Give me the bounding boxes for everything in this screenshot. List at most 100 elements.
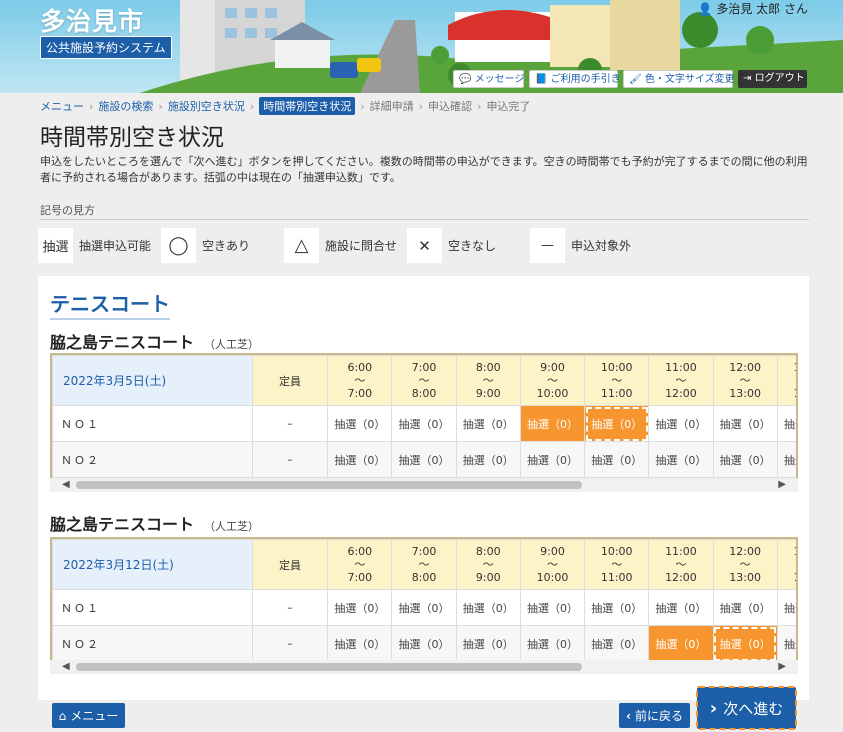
scroll-left-icon[interactable]: ◀ bbox=[62, 660, 70, 674]
time-slot-cell[interactable]: 抽選（0） bbox=[519, 441, 586, 478]
time-header: 12:00 〜 13:00 bbox=[712, 355, 778, 406]
table-row: ＮＯ１– 抽選（0） 抽選（0） 抽選（0） 抽選（0） 抽選（0） 抽選（0） 抽選（0）抽… bbox=[52, 405, 796, 442]
time-header: 11:00 〜 12:00 bbox=[648, 539, 714, 590]
time-slot-cell[interactable]: 抽選（0） bbox=[776, 625, 796, 662]
city-name: 多治見市 bbox=[40, 7, 145, 36]
capacity-value: – bbox=[251, 589, 329, 626]
time-slot-cell[interactable]: 抽選（0） bbox=[712, 625, 778, 662]
time-slot-cell[interactable]: 抽選（0） bbox=[648, 441, 714, 478]
time-slot-cell[interactable]: 抽選（0） bbox=[519, 405, 586, 442]
time-slot-cell[interactable]: 抽選（0） bbox=[712, 405, 778, 442]
time-header: 13:00〜14:00 bbox=[776, 355, 796, 406]
breadcrumb-detail: 詳細申請 bbox=[369, 100, 414, 113]
site-header: 多治見市 公共施設予約システム 👤 多治見 太郎 さん 💬 メッセージ 📘 ご利… bbox=[0, 0, 843, 93]
logout-icon: ⇥ bbox=[743, 73, 752, 84]
table-row: ＮＯ２– 抽選（0） 抽選（0） 抽選（0） 抽選（0） 抽選（0） 抽選（0） 抽選（0）抽… bbox=[52, 441, 796, 478]
breadcrumb: メニュー › 施設の検索 › 施設別空き状況 › 時間帯別空き状況 › 詳細申請 › 申込… bbox=[40, 97, 530, 115]
court-name: ＮＯ２ bbox=[52, 441, 253, 478]
time-slot-cell[interactable]: 抽選（0） bbox=[584, 589, 650, 626]
logout-button[interactable]: ⇥ ログアウト bbox=[738, 70, 807, 88]
scroll-left-icon[interactable]: ◀ bbox=[62, 478, 70, 492]
time-slot-cell[interactable]: 抽選（0） bbox=[327, 441, 393, 478]
time-slot-cell[interactable]: 抽選（0） bbox=[776, 441, 796, 478]
breadcrumb-facility-search[interactable]: 施設の検索 bbox=[98, 98, 153, 114]
chevron-left-icon: ‹ bbox=[626, 708, 631, 723]
legend-item: ✕ 空きなし bbox=[407, 228, 530, 263]
time-slot-cell[interactable]: 抽選（0） bbox=[327, 625, 393, 662]
guide-button[interactable]: 📘 ご利用の手引き bbox=[529, 70, 621, 88]
time-slot-cell[interactable]: 抽選（0） bbox=[519, 589, 586, 626]
time-slot-cell[interactable]: 抽選（0） bbox=[776, 405, 796, 442]
time-slot-cell[interactable]: 抽選（0） bbox=[712, 441, 778, 478]
menu-button[interactable]: ⌂ メニュー bbox=[52, 703, 125, 728]
time-header: 11:00 〜 12:00 bbox=[648, 355, 714, 406]
availability-panel: テニスコート 脇之島テニスコート （人工芝） 2022年3月5日(土) 定員 6:00… bbox=[38, 276, 809, 700]
back-button[interactable]: ‹ 前に戻る bbox=[619, 703, 690, 728]
facility-title: 脇之島テニスコート （人工芝） bbox=[50, 333, 260, 352]
time-slot-cell[interactable]: 抽選（0） bbox=[455, 405, 521, 442]
display-settings-button[interactable]: 🖌 色・文字サイズ変更 bbox=[623, 70, 735, 88]
time-slot-cell[interactable]: 抽選（0） bbox=[648, 405, 714, 442]
time-slot-cell[interactable]: 抽選（0） bbox=[391, 441, 457, 478]
chat-icon: 💬 bbox=[459, 74, 472, 85]
scroll-thumb[interactable] bbox=[76, 481, 582, 489]
time-header: 10:00 〜 11:00 bbox=[584, 539, 650, 590]
breadcrumb-facility-availability[interactable]: 施設別空き状況 bbox=[168, 98, 245, 114]
time-header: 8:00 〜 9:00 bbox=[455, 539, 521, 590]
table-row: ＮＯ１– 抽選（0） 抽選（0） 抽選（0） 抽選（0） 抽選（0） 抽選（0） 抽選（0）抽… bbox=[52, 589, 796, 626]
table-1-scrollbar[interactable]: ◀ ▶ bbox=[50, 478, 798, 492]
triangle-icon: △ bbox=[284, 228, 319, 263]
next-button[interactable]: › 次へ進む bbox=[696, 686, 797, 730]
breadcrumb-complete: 申込完了 bbox=[486, 100, 531, 113]
user-name[interactable]: 👤 多治見 太郎 さん bbox=[698, 0, 808, 17]
time-slot-cell[interactable]: 抽選（0） bbox=[648, 589, 714, 626]
breadcrumb-menu[interactable]: メニュー bbox=[40, 98, 84, 114]
time-slot-cell[interactable]: 抽選（0） bbox=[776, 589, 796, 626]
table-2-scrollbar[interactable]: ◀ ▶ bbox=[50, 660, 798, 674]
time-header: 9:00 〜 10:00 bbox=[519, 539, 586, 590]
time-slot-cell[interactable]: 抽選（0） bbox=[327, 405, 393, 442]
time-slot-cell[interactable]: 抽選（0） bbox=[648, 625, 714, 662]
time-slot-cell[interactable]: 抽選（0） bbox=[584, 405, 650, 442]
time-slot-cell[interactable]: 抽選（0） bbox=[391, 625, 457, 662]
time-header: 8:00 〜 9:00 bbox=[455, 355, 521, 406]
time-slot-cell[interactable]: 抽選（0） bbox=[327, 589, 393, 626]
scroll-right-icon[interactable]: ▶ bbox=[778, 478, 786, 492]
page-title: 時間帯別空き状況 bbox=[40, 125, 224, 151]
time-slot-cell[interactable]: 抽選（0） bbox=[455, 441, 521, 478]
time-slot-cell[interactable]: 抽選（0） bbox=[712, 589, 778, 626]
legend: 抽選 抽選申込可能 ◯ 空きあり △ 施設に問合せ ✕ 空きなし — 申込対象外 bbox=[38, 228, 653, 263]
time-slot-cell[interactable]: 抽選（0） bbox=[584, 441, 650, 478]
section-title: テニスコート bbox=[50, 288, 170, 320]
lottery-symbol: 抽選 bbox=[38, 228, 73, 263]
scroll-right-icon[interactable]: ▶ bbox=[778, 660, 786, 674]
time-slot-cell[interactable]: 抽選（0） bbox=[455, 625, 521, 662]
capacity-value: – bbox=[251, 441, 329, 478]
chevron-right-icon: › bbox=[709, 697, 718, 719]
capacity-header: 定員 bbox=[251, 539, 329, 590]
system-name: 公共施設予約システム bbox=[40, 36, 172, 59]
time-header: 13:00〜14:00 bbox=[776, 539, 796, 590]
court-name: ＮＯ１ bbox=[52, 405, 253, 442]
scroll-thumb[interactable] bbox=[76, 663, 582, 671]
time-slot-cell[interactable]: 抽選（0） bbox=[391, 405, 457, 442]
time-header: 12:00 〜 13:00 bbox=[712, 539, 778, 590]
capacity-header: 定員 bbox=[251, 355, 329, 406]
capacity-value: – bbox=[251, 625, 329, 662]
legend-item: ◯ 空きあり bbox=[161, 228, 284, 263]
time-slot-cell[interactable]: 抽選（0） bbox=[584, 625, 650, 662]
page-description: 申込をしたいところを選んで「次へ進む」ボタンを押してください。複数の時間帯の申込… bbox=[40, 155, 808, 184]
time-header: 6:00 〜 7:00 bbox=[327, 539, 393, 590]
time-header: 7:00 〜 8:00 bbox=[391, 539, 457, 590]
legend-divider bbox=[40, 219, 809, 220]
message-button[interactable]: 💬 メッセージ bbox=[453, 70, 524, 88]
time-header: 6:00 〜 7:00 bbox=[327, 355, 393, 406]
legend-item: — 申込対象外 bbox=[530, 228, 653, 263]
time-slot-cell[interactable]: 抽選（0） bbox=[455, 589, 521, 626]
time-slot-cell[interactable]: 抽選（0） bbox=[519, 625, 586, 662]
availability-table-1: 2022年3月5日(土) 定員 6:00 〜 7:00 7:00 〜 8:00 8:00 〜 9:0… bbox=[50, 353, 798, 480]
legend-title: 記号の見方 bbox=[40, 204, 95, 217]
court-name: ＮＯ１ bbox=[52, 589, 253, 626]
cross-icon: ✕ bbox=[407, 228, 442, 263]
time-slot-cell[interactable]: 抽選（0） bbox=[391, 589, 457, 626]
